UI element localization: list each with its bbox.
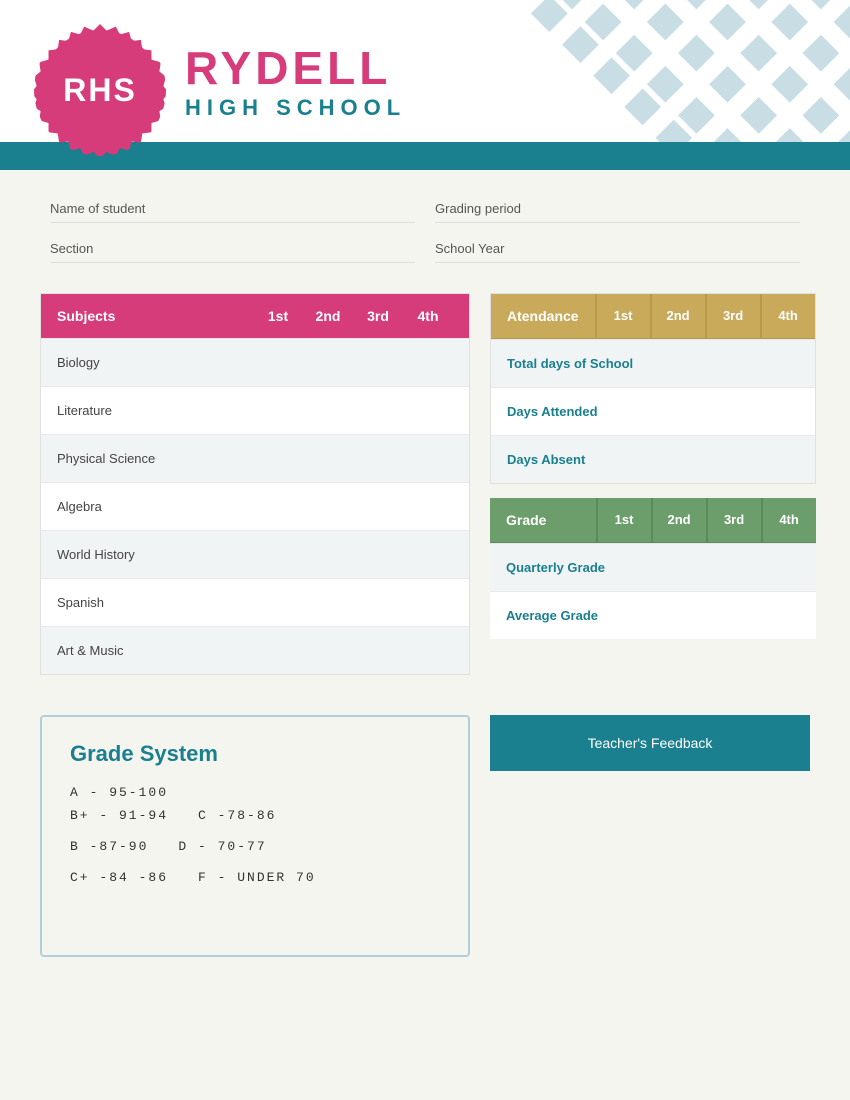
- header: // We'll generate diamonds via JS after …: [0, 0, 850, 170]
- diamond-cell: [647, 66, 684, 103]
- grade-entry-row1: B+ - 91-94 C -78-86: [70, 808, 440, 831]
- grade-entry-cplus: C+ -84 -86: [70, 870, 168, 885]
- att-col2: 2nd: [650, 294, 705, 338]
- info-section: Name of student Grading period Section S…: [0, 170, 850, 283]
- student-name-label: Name of student: [50, 195, 415, 223]
- attendance-label: Atendance: [491, 294, 595, 338]
- diamond-pattern: // We'll generate diamonds via JS after …: [470, 0, 850, 150]
- grade-system-title: Grade System: [70, 741, 440, 767]
- grade-entry-row2: B -87-90 D - 70-77: [70, 839, 440, 862]
- att-col1: 1st: [595, 294, 650, 338]
- grade-col3: 3rd: [706, 498, 761, 542]
- subject-row-biology: Biology: [41, 338, 469, 386]
- days-attended-row: Days Attended: [491, 387, 815, 435]
- subjects-col3: 3rd: [353, 308, 403, 324]
- right-panel: Atendance 1st 2nd 3rd 4th Total days of …: [490, 293, 816, 675]
- logo-text: RHS: [63, 72, 137, 109]
- diamond-cell: [834, 66, 850, 103]
- grade-col1: 1st: [596, 498, 651, 542]
- diamond-cell: [678, 35, 715, 72]
- grade-header: Grade 1st 2nd 3rd 4th: [490, 498, 816, 543]
- att-col4: 4th: [760, 294, 815, 338]
- feedback-container: Teacher's Feedback: [490, 715, 810, 957]
- grade-entry-d: D - 70-77: [178, 839, 266, 854]
- subjects-table: Subjects 1st 2nd 3rd 4th Biology Literat…: [40, 293, 470, 675]
- diamond-cell: [802, 0, 839, 9]
- days-absent-row: Days Absent: [491, 435, 815, 483]
- grade-entry-b: B -87-90: [70, 839, 148, 854]
- bottom-section: Grade System A - 95-100 B+ - 91-94 C -78…: [0, 695, 850, 987]
- grading-period-label: Grading period: [435, 195, 800, 223]
- school-name-block: RYDELL HIGH SCHOOL: [185, 45, 406, 121]
- diamond-grid: // We'll generate diamonds via JS after …: [531, 0, 850, 150]
- subject-row-algebra: Algebra: [41, 482, 469, 530]
- average-grade-row: Average Grade: [490, 591, 816, 639]
- diamond-cell: [740, 35, 777, 72]
- subject-row-literature: Literature: [41, 386, 469, 434]
- diamond-cell: [802, 35, 839, 72]
- grade-entry-f: F - UNDER 70: [198, 870, 316, 885]
- diamond-cell: [740, 0, 777, 9]
- diamond-cell: [709, 66, 746, 103]
- diamond-cell: [802, 97, 839, 134]
- subject-row-spanish: Spanish: [41, 578, 469, 626]
- grade-section: Grade 1st 2nd 3rd 4th Quarterly Grade Av…: [490, 498, 816, 639]
- att-col3: 3rd: [705, 294, 760, 338]
- diamond-cell: [647, 4, 684, 41]
- subjects-col2: 2nd: [303, 308, 353, 324]
- subjects-col-label: Subjects: [57, 308, 253, 324]
- school-name-main: RYDELL: [185, 45, 406, 91]
- subjects-col1: 1st: [253, 308, 303, 324]
- attendance-header: Atendance 1st 2nd 3rd 4th: [491, 294, 815, 339]
- grade-system-box: Grade System A - 95-100 B+ - 91-94 C -78…: [40, 715, 470, 957]
- subject-row-art-music: Art & Music: [41, 626, 469, 674]
- grade-label: Grade: [490, 498, 596, 542]
- subjects-header: Subjects 1st 2nd 3rd 4th: [41, 294, 469, 338]
- grade-entry-c: C -78-86: [198, 808, 276, 823]
- diamond-cell: [562, 26, 599, 63]
- feedback-header: Teacher's Feedback: [490, 715, 810, 771]
- diamond-cell: [709, 4, 746, 41]
- diamond-cell: [531, 0, 568, 32]
- total-days-row: Total days of School: [491, 339, 815, 387]
- diamond-cell: [616, 0, 653, 9]
- diamond-cell: [678, 97, 715, 134]
- section-label: Section: [50, 235, 415, 263]
- diamond-cell: [593, 57, 630, 94]
- diamond-cell: [740, 97, 777, 134]
- diamond-cell: [834, 4, 850, 41]
- subject-row-world-history: World History: [41, 530, 469, 578]
- diamond-cell: [771, 66, 808, 103]
- grade-col2: 2nd: [651, 498, 706, 542]
- subject-row-physical-science: Physical Science: [41, 434, 469, 482]
- grade-entry-a: A - 95-100: [70, 785, 440, 800]
- grade-entry-row3: C+ -84 -86 F - UNDER 70: [70, 870, 440, 893]
- feedback-area[interactable]: [498, 819, 802, 949]
- school-name-sub: HIGH SCHOOL: [185, 95, 406, 121]
- diamond-cell: [616, 35, 653, 72]
- grade-col4: 4th: [761, 498, 816, 542]
- diamond-cell: [585, 4, 622, 41]
- subjects-col4: 4th: [403, 308, 453, 324]
- grade-entry-bplus: B+ - 91-94: [70, 808, 168, 823]
- diamond-cell: [771, 4, 808, 41]
- diamond-cell: [678, 0, 715, 9]
- diamond-cell: [624, 89, 661, 126]
- main-content: Subjects 1st 2nd 3rd 4th Biology Literat…: [0, 283, 850, 695]
- school-year-label: School Year: [435, 235, 800, 263]
- logo-circle: RHS: [40, 30, 160, 150]
- attendance-table: Atendance 1st 2nd 3rd 4th Total days of …: [490, 293, 816, 484]
- quarterly-grade-row: Quarterly Grade: [490, 543, 816, 591]
